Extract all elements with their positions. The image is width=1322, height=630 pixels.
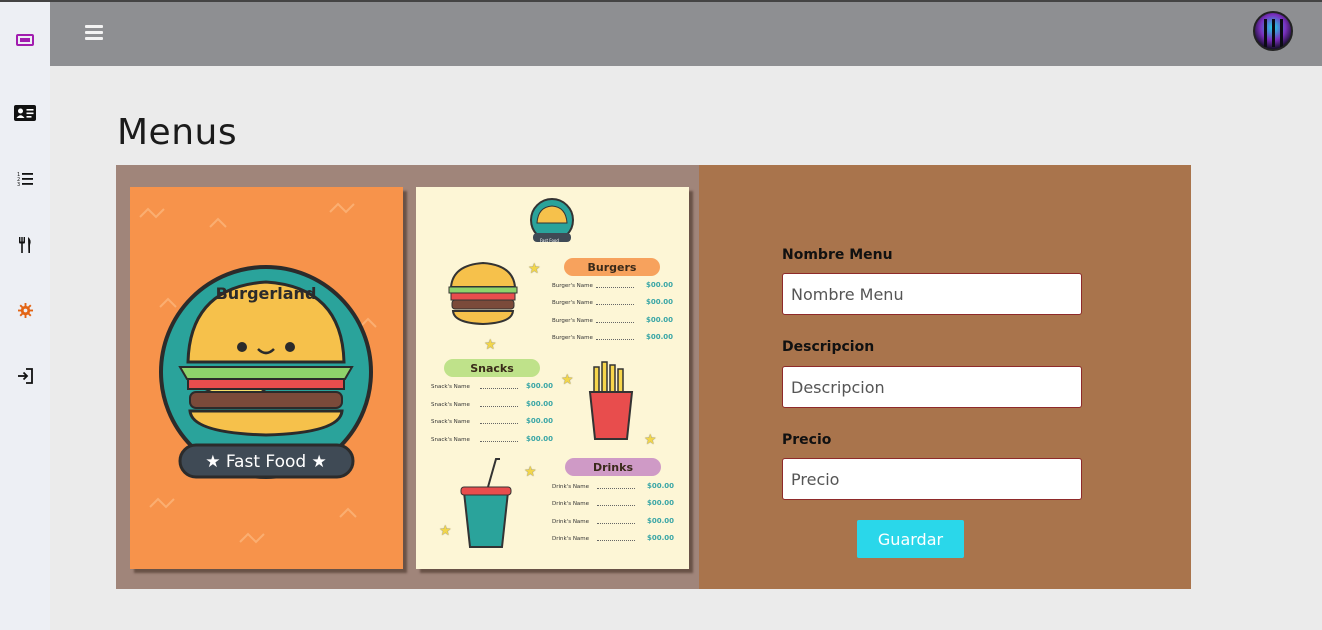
menu-item-name: Burger's Name	[552, 300, 593, 306]
menu-form: Nombre Menu Descripcion Precio Guardar	[699, 165, 1191, 589]
brand-text: Burgerland	[216, 284, 317, 303]
id-card-icon	[14, 105, 36, 121]
guardar-button[interactable]: Guardar	[857, 520, 964, 558]
menu-front-cover: Burgerland ★ Fast Food ★	[130, 187, 403, 569]
page-title: Menus	[117, 112, 238, 153]
descripcion-input[interactable]	[782, 366, 1082, 408]
menu-item-price: $00.00	[646, 333, 674, 341]
topbar	[50, 0, 1322, 66]
menu-item-name: Drink's Name	[552, 501, 590, 507]
sidebar-item-settings[interactable]	[0, 296, 50, 324]
menu-back-illustrations	[448, 198, 634, 548]
precio-input[interactable]	[782, 458, 1082, 500]
menu-item-price: $00.00	[646, 316, 674, 324]
hamburger-icon[interactable]	[85, 25, 103, 41]
menu-item-price: $00.00	[647, 482, 675, 490]
sidebar-item-tickets[interactable]	[0, 26, 50, 54]
sidebar-item-clients[interactable]	[0, 99, 50, 127]
section-title-burgers: Burgers	[564, 258, 660, 276]
fast-food-banner-text: ★ Fast Food ★	[205, 452, 327, 472]
menu-item-name: Snack's Name	[431, 402, 470, 408]
menu-item-price: $00.00	[526, 382, 554, 390]
menu-item-name: Drink's Name	[552, 484, 590, 490]
avatar[interactable]	[1253, 11, 1293, 51]
precio-label: Precio	[782, 432, 832, 448]
nombre-menu-label: Nombre Menu	[782, 247, 893, 263]
menu-item-price: $00.00	[647, 499, 675, 507]
gear-icon	[17, 302, 33, 318]
menu-item-name: Drink's Name	[552, 519, 590, 525]
menu-back-page: ★ ★ ★ ★ ★ ★ Fast Food Burgers Burger's N…	[416, 187, 689, 569]
menu-item-price: $00.00	[646, 298, 674, 306]
menu-item-price: $00.00	[646, 281, 674, 289]
sidebar: 123	[0, 0, 50, 630]
sidebar-item-logout[interactable]	[0, 362, 50, 390]
menu-item-name: Snack's Name	[431, 419, 470, 425]
menu-item-name: Burger's Name	[552, 335, 593, 341]
ordered-list-icon: 123	[17, 172, 33, 187]
nombre-menu-input[interactable]	[782, 273, 1082, 315]
sign-in-icon	[17, 368, 33, 384]
menu-item-price: $00.00	[526, 435, 554, 443]
section-title-drinks: Drinks	[565, 458, 661, 476]
menu-item-name: Drink's Name	[552, 536, 590, 542]
svg-text:3: 3	[17, 182, 20, 187]
sidebar-item-orders[interactable]: 123	[0, 165, 50, 193]
ticket-icon	[16, 34, 34, 46]
menu-item-name: Snack's Name	[431, 384, 470, 390]
menu-item-name: Snack's Name	[431, 437, 470, 443]
menu-image: Burgerland ★ Fast Food ★ ★ ★ ★ ★ ★ ★ Fas…	[116, 165, 699, 589]
menu-item-price: $00.00	[647, 534, 675, 542]
descripcion-label: Descripcion	[782, 339, 875, 355]
menu-item-price: $00.00	[526, 400, 554, 408]
section-title-snacks: Snacks	[444, 359, 540, 377]
menu-item-name: Burger's Name	[552, 318, 593, 324]
badge-text: Fast Food	[540, 238, 559, 243]
menu-card: Burgerland ★ Fast Food ★ ★ ★ ★ ★ ★ ★ Fas…	[116, 165, 1191, 589]
fast-food-cover-illustration: Burgerland ★ Fast Food ★	[139, 202, 377, 544]
menu-item-price: $00.00	[526, 417, 554, 425]
menu-item-name: Burger's Name	[552, 283, 593, 289]
menu-item-price: $00.00	[647, 517, 675, 525]
utensils-icon	[19, 237, 31, 253]
sidebar-item-menus[interactable]	[0, 231, 50, 259]
